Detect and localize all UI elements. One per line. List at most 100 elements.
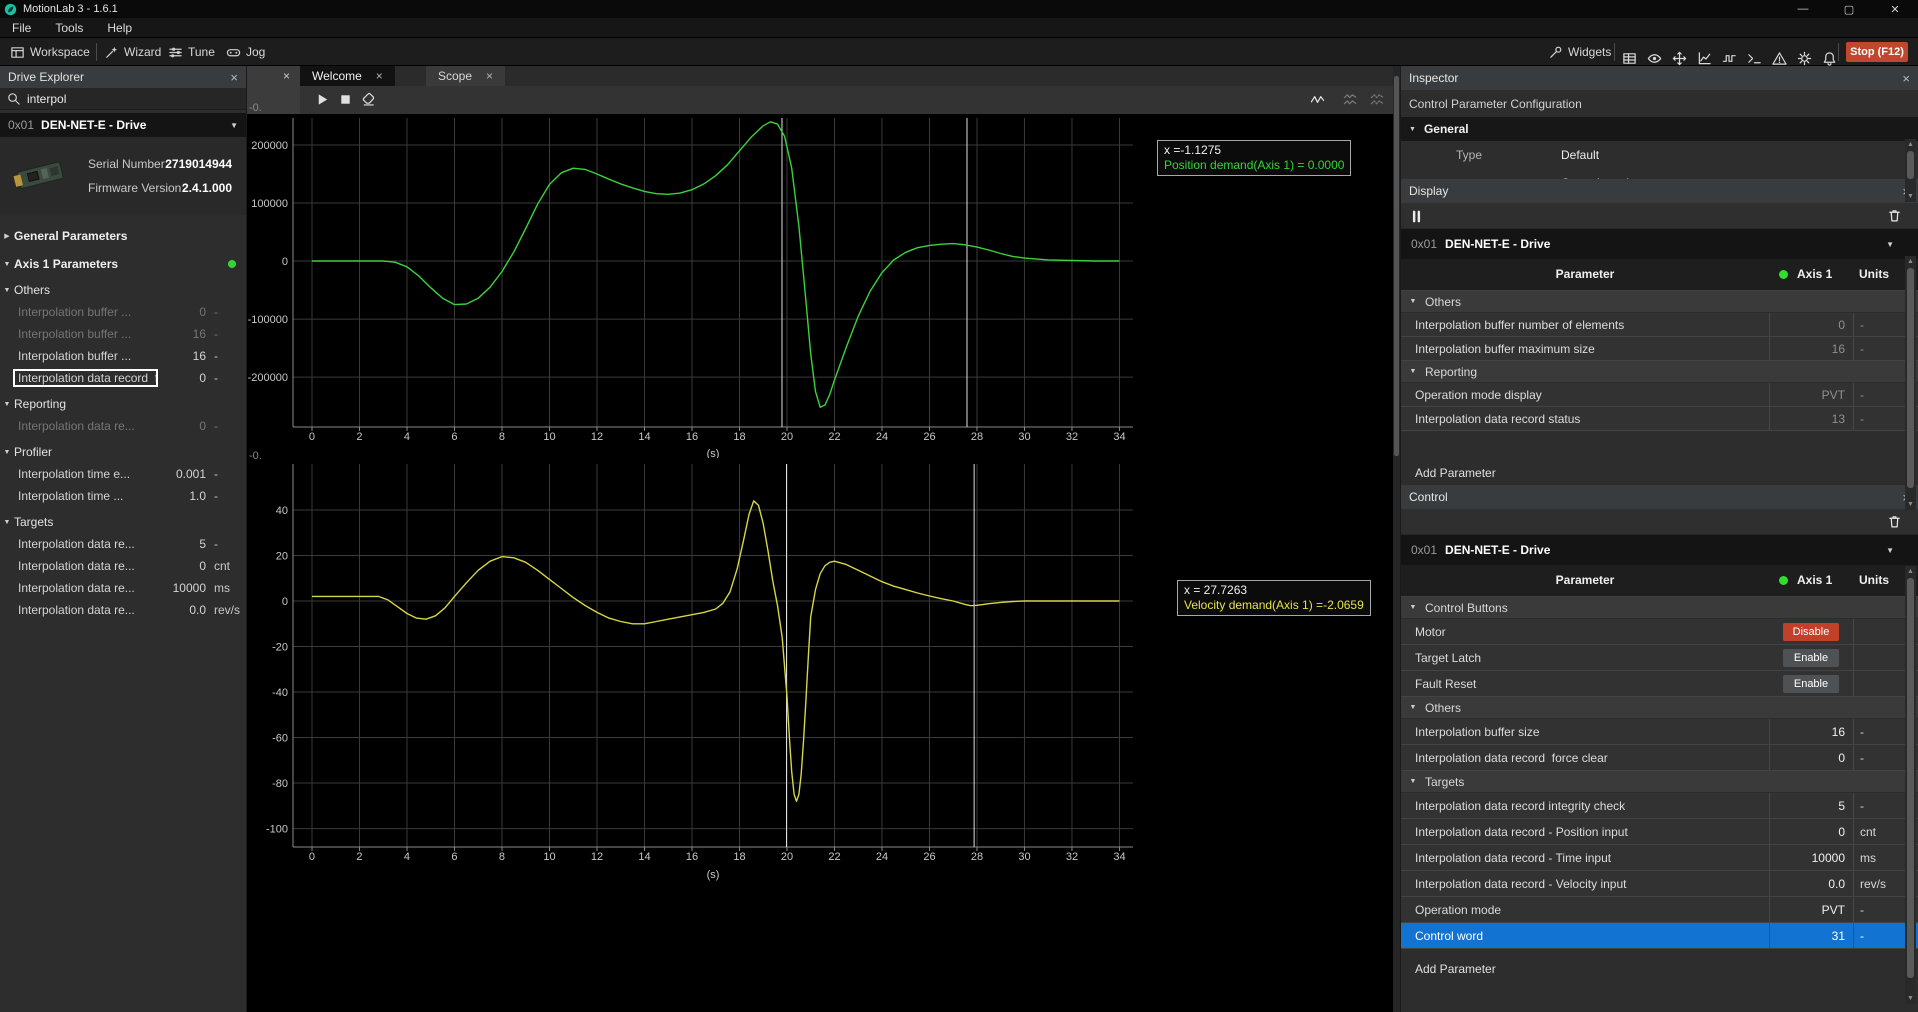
- param-value[interactable]: 0.0: [1769, 871, 1853, 896]
- stop-record-button[interactable]: [338, 92, 353, 107]
- menu-help[interactable]: Help: [95, 21, 144, 35]
- control-device-selector[interactable]: 0x01 DEN-NET-E - Drive ▼: [1401, 535, 1918, 565]
- tab-welcome[interactable]: Welcome ×: [300, 66, 395, 86]
- trash-icon[interactable]: [1887, 514, 1902, 529]
- close-icon[interactable]: ×: [1902, 71, 1910, 86]
- tree-item[interactable]: Interpolation buffer ...16-: [0, 345, 246, 367]
- type-row[interactable]: Type Default: [1401, 141, 1918, 169]
- menu-file[interactable]: File: [0, 21, 43, 35]
- chevron-down-icon[interactable]: ▼: [1401, 778, 1425, 785]
- chart-position-demand[interactable]: -200000-10000001000002000000246810121416…: [247, 114, 1147, 458]
- chevron-down-icon[interactable]: ▼: [1401, 368, 1425, 375]
- tree-item[interactable]: Interpolation data record force clear0-: [0, 367, 246, 389]
- workspace-button[interactable]: Workspace: [10, 38, 90, 66]
- param-value[interactable]: 0: [1769, 745, 1853, 770]
- param-group-targets[interactable]: ▼Targets: [1401, 771, 1918, 793]
- param-value[interactable]: 0: [1769, 819, 1853, 844]
- motor-disable-button[interactable]: Disable: [1783, 623, 1839, 641]
- pause-icon[interactable]: [1409, 209, 1424, 224]
- param-row-interpolation-data-record-time-input[interactable]: Interpolation data record - Time input10…: [1401, 845, 1918, 871]
- stop-button[interactable]: Stop (F12): [1846, 42, 1908, 62]
- tree-item[interactable]: Interpolation data re...0.0rev/s: [0, 599, 246, 621]
- play-button[interactable]: [315, 92, 330, 107]
- param-row-interpolation-buffer-size[interactable]: Interpolation buffer size16-: [1401, 719, 1918, 745]
- tree-item[interactable]: Interpolation data re...10000ms: [0, 577, 246, 599]
- tree-group-profiler[interactable]: ▼Profiler: [0, 441, 246, 463]
- tree-item[interactable]: Interpolation time e...0.001-: [0, 463, 246, 485]
- param-row-target-latch[interactable]: Target LatchEnable: [1401, 645, 1918, 671]
- display-scrollbar[interactable]: ▲▼: [1905, 256, 1916, 510]
- signal-multi-icon[interactable]: [1343, 92, 1358, 107]
- tree-group-axis-1-parameters[interactable]: ▼Axis 1 Parameters: [0, 253, 246, 275]
- param-group-control-buttons[interactable]: ▼Control Buttons: [1401, 597, 1918, 619]
- tab-scope[interactable]: Scope ×: [426, 66, 505, 86]
- device-selector[interactable]: 0x01 DEN-NET-E - Drive ▼: [0, 113, 246, 137]
- param-value[interactable]: 0: [1769, 313, 1853, 336]
- param-row-motor[interactable]: MotorDisable: [1401, 619, 1918, 645]
- param-group-others[interactable]: ▼Others: [1401, 291, 1918, 313]
- param-row-interpolation-data-record-position-input[interactable]: Interpolation data record - Position inp…: [1401, 819, 1918, 845]
- param-group-reporting[interactable]: ▼Reporting: [1401, 361, 1918, 383]
- control-scrollbar[interactable]: ▲▼: [1905, 566, 1916, 1004]
- close-icon[interactable]: ×: [486, 69, 493, 83]
- close-icon[interactable]: ×: [376, 69, 383, 83]
- maximize-button[interactable]: ▢: [1826, 0, 1872, 18]
- control-add-parameter[interactable]: Add Parameter: [1401, 957, 1918, 981]
- tree-item[interactable]: Interpolation data re...0-: [0, 415, 246, 437]
- general-section-header[interactable]: ▼ General: [1401, 117, 1918, 141]
- fault-reset-enable-button[interactable]: Enable: [1783, 675, 1839, 693]
- chevron-down-icon[interactable]: ▼: [1401, 604, 1425, 611]
- tree-group-targets[interactable]: ▼Targets: [0, 511, 246, 533]
- param-group-others[interactable]: ▼Others: [1401, 697, 1918, 719]
- param-row-operation-mode[interactable]: Operation modePVT-: [1401, 897, 1918, 923]
- chevron-down-icon[interactable]: ▼: [0, 287, 14, 294]
- tree-group-others[interactable]: ▼Others: [0, 279, 246, 301]
- display-device-selector[interactable]: 0x01 DEN-NET-E - Drive ▼: [1401, 229, 1918, 259]
- tree-item[interactable]: Interpolation buffer ...16-: [0, 323, 246, 345]
- tree-item[interactable]: Interpolation data re...5-: [0, 533, 246, 555]
- param-value[interactable]: PVT: [1769, 383, 1853, 406]
- jog-button[interactable]: Jog: [226, 38, 265, 66]
- chevron-down-icon[interactable]: ▼: [0, 401, 14, 408]
- tune-button[interactable]: Tune: [168, 38, 215, 66]
- param-row-interpolation-buffer-number-of-elements[interactable]: Interpolation buffer number of elements0…: [1401, 313, 1918, 337]
- target-latch-enable-button[interactable]: Enable: [1783, 649, 1839, 667]
- param-value[interactable]: PVT: [1769, 897, 1853, 922]
- general-scrollbar[interactable]: ▲▼: [1905, 139, 1916, 202]
- clear-button[interactable]: [361, 92, 376, 107]
- close-icon[interactable]: ×: [283, 69, 290, 83]
- chevron-down-icon[interactable]: ▼: [1401, 298, 1425, 305]
- search-input[interactable]: interpol: [0, 88, 246, 110]
- tree-group-reporting[interactable]: ▼Reporting: [0, 393, 246, 415]
- chevron-down-icon[interactable]: ▼: [0, 261, 14, 268]
- chevron-right-icon[interactable]: ▶: [0, 232, 14, 240]
- param-row-interpolation-data-record-integrity-chec[interactable]: Interpolation data record integrity chec…: [1401, 793, 1918, 819]
- param-value[interactable]: 10000: [1769, 845, 1853, 870]
- param-value[interactable]: 16: [1769, 719, 1853, 744]
- chevron-down-icon[interactable]: ▼: [0, 519, 14, 526]
- chart-velocity-demand[interactable]: -100-80-60-40-20020400246810121416182022…: [247, 458, 1147, 888]
- param-row-interpolation-data-record-velocity-input[interactable]: Interpolation data record - Velocity inp…: [1401, 871, 1918, 897]
- param-row-fault-reset[interactable]: Fault ResetEnable: [1401, 671, 1918, 697]
- close-button[interactable]: ✕: [1872, 0, 1918, 18]
- signal-line-icon[interactable]: [1310, 92, 1325, 107]
- param-value[interactable]: 5: [1769, 793, 1853, 818]
- close-icon[interactable]: ×: [230, 70, 238, 85]
- wizard-button[interactable]: Wizard: [104, 38, 161, 66]
- scrollbar-thumb[interactable]: [1394, 76, 1399, 456]
- trash-icon[interactable]: [1887, 208, 1902, 223]
- chevron-down-icon[interactable]: ▼: [1401, 704, 1425, 711]
- param-row-control-word[interactable]: Control word31-: [1401, 923, 1918, 949]
- display-add-parameter[interactable]: Add Parameter: [1401, 461, 1918, 485]
- param-row-operation-mode-display[interactable]: Operation mode displayPVT-: [1401, 383, 1918, 407]
- param-value[interactable]: 16: [1769, 337, 1853, 360]
- param-row-interpolation-data-record-force-clear[interactable]: Interpolation data record force clear0-: [1401, 745, 1918, 771]
- signal-multi-dashed-icon[interactable]: [1370, 92, 1385, 107]
- param-row-interpolation-buffer-maximum-size[interactable]: Interpolation buffer maximum size16-: [1401, 337, 1918, 361]
- tree-item[interactable]: Interpolation data re...0cnt: [0, 555, 246, 577]
- tree-group-general-parameters[interactable]: ▶General Parameters: [0, 225, 246, 247]
- menu-tools[interactable]: Tools: [43, 21, 95, 35]
- parameter-name-editor[interactable]: Interpolation data record force clear: [13, 369, 158, 387]
- widgets-button[interactable]: Widgets: [1548, 38, 1611, 66]
- param-row-interpolation-data-record-status[interactable]: Interpolation data record status13-: [1401, 407, 1918, 431]
